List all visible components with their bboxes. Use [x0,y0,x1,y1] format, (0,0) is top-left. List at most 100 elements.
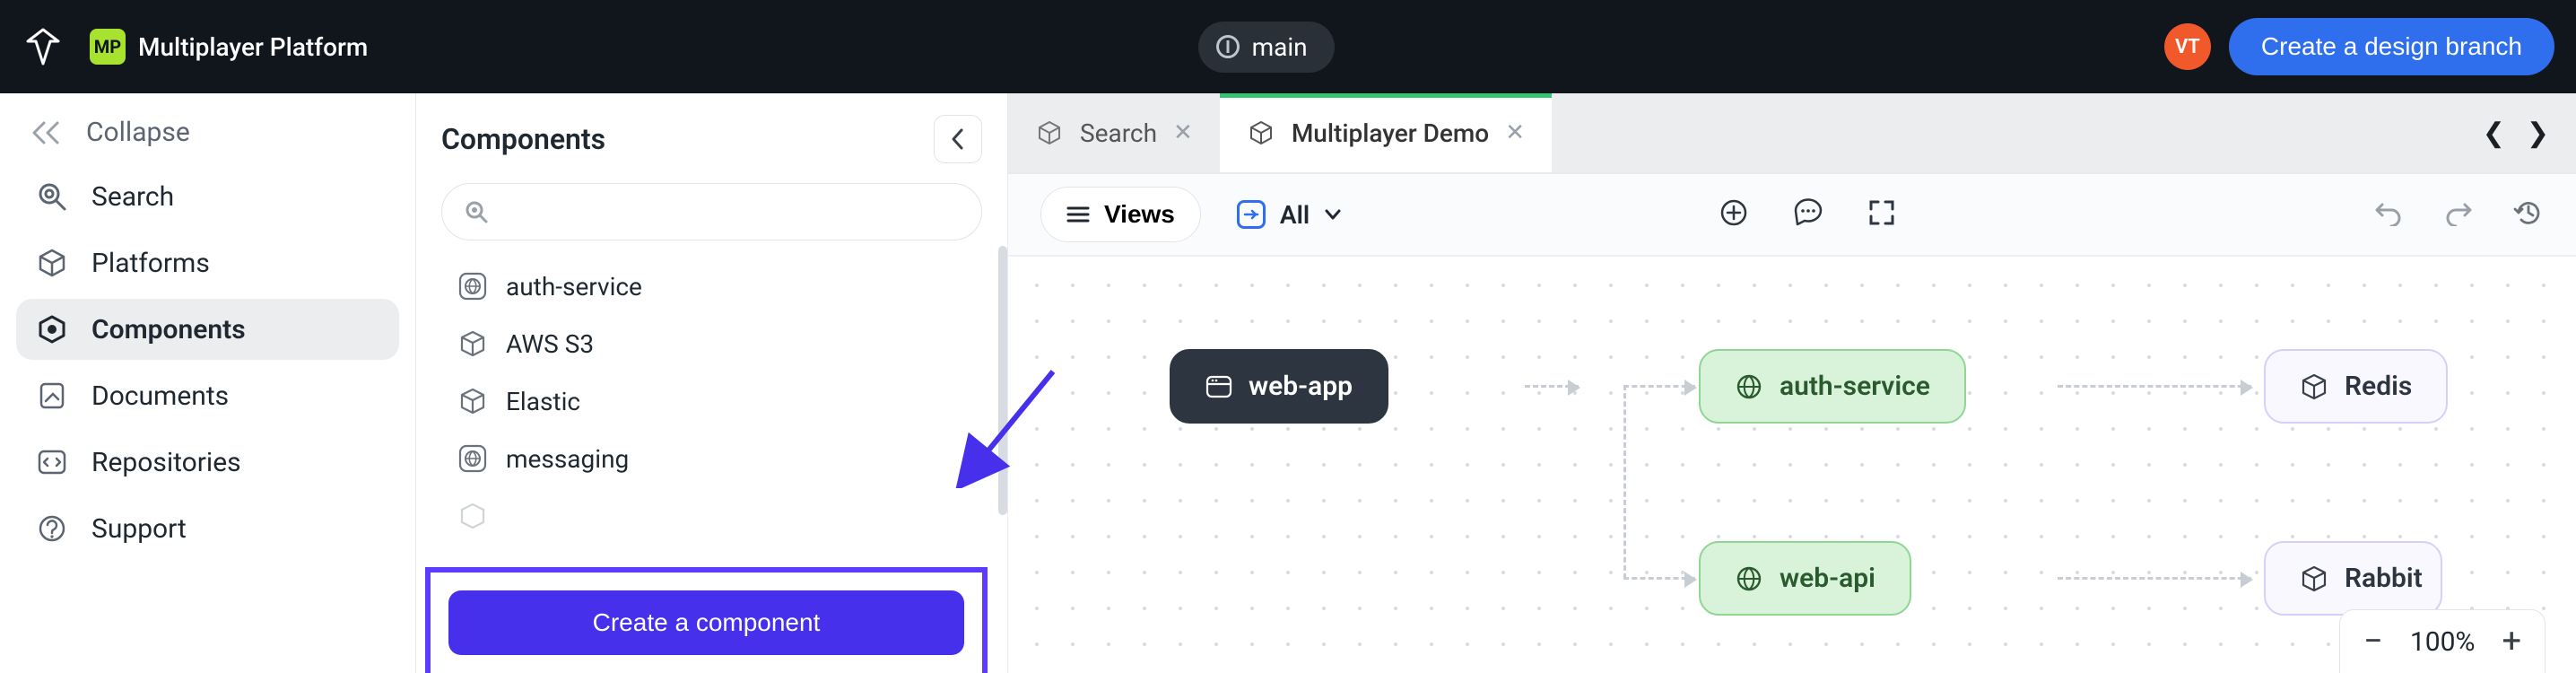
chevron-left-icon [949,127,967,152]
create-component-button[interactable]: Create a component [448,590,964,655]
globe-icon [457,443,488,474]
project-name: Multiplayer Platform [138,32,368,62]
canvas-column: Search ✕ Multiplayer Demo ✕ ❮ ❯ Views [1008,93,2576,673]
component-item-cut[interactable] [448,490,982,542]
history-icon [2513,197,2544,228]
cube-icon [36,247,68,279]
node-web-api[interactable]: web-api [1699,541,1911,616]
canvas[interactable]: web-app auth-service Redis web-api Rabbi… [1008,257,2576,673]
globe-icon [1735,564,1763,593]
component-label: AWS S3 [506,329,594,359]
tab-nav: ❮ ❯ [2483,93,2576,172]
panel-title: Components [441,122,605,156]
expand-icon [1867,198,1896,227]
node-label: Rabbit [2345,563,2423,594]
collapse-icon [30,119,66,146]
component-label: messaging [506,444,629,474]
cube-icon [457,386,488,416]
branch-name: main [1252,32,1308,62]
rail-label: Support [91,513,187,545]
filter-icon [1237,200,1266,229]
node-auth-service[interactable]: auth-service [1699,349,1966,424]
comment-button[interactable] [1792,197,1824,232]
help-icon [36,512,68,545]
panel-header: Components [441,115,982,163]
edge [2058,385,2251,388]
branch-selector[interactable]: main [1198,22,1335,73]
undo-button[interactable] [2373,199,2404,230]
cube-icon [2300,372,2328,401]
rail-label: Search [91,181,174,213]
history-button[interactable] [2513,197,2544,232]
branch-icon [1216,35,1240,58]
node-redis[interactable]: Redis [2264,349,2448,424]
rail-item-support[interactable]: Support [16,498,399,559]
zoom-in-button[interactable]: + [2502,625,2521,659]
canvas-toolbar: Views All [1008,174,2576,257]
create-branch-button[interactable]: Create a design branch [2229,18,2554,75]
component-item-auth-service[interactable]: auth-service [448,260,982,312]
node-rabbit[interactable]: Rabbit [2264,541,2442,616]
hexagon-icon [36,313,68,345]
chevron-down-icon [1324,208,1342,221]
cube-icon [457,501,488,531]
panel-collapse-button[interactable] [934,115,982,163]
add-button[interactable] [1719,197,1749,232]
edge [1525,385,1579,388]
globe-icon [1735,372,1763,401]
fullscreen-button[interactable] [1867,198,1896,231]
views-label: Views [1104,200,1175,229]
rail-label: Documents [91,380,229,412]
component-label: Elastic [506,387,580,416]
node-label: web-app [1249,371,1353,402]
rail-item-platforms[interactable]: Platforms [16,232,399,293]
components-search[interactable] [441,183,982,240]
comment-icon [1792,197,1824,228]
tab-prev-button[interactable]: ❮ [2483,118,2505,149]
cube-icon [1247,118,1275,147]
rail-label: Components [91,314,246,345]
rail-label: Platforms [91,248,210,279]
close-icon[interactable]: ✕ [1173,119,1193,146]
components-list: auth-service AWS S3 Elastic messaging [441,260,982,542]
node-label: auth-service [1780,371,1930,402]
scrollbar-thumb[interactable] [998,246,1007,515]
main: Collapse Search Platforms Components Doc… [0,93,2576,673]
avatar-initials: VT [2175,36,2200,58]
topbar-right: VT Create a design branch [2164,18,2554,75]
rail-item-repositories[interactable]: Repositories [16,432,399,493]
redo-button[interactable] [2443,199,2474,230]
component-item-aws-s3[interactable]: AWS S3 [448,318,982,370]
redo-icon [2443,199,2474,226]
tab-label: Search [1080,118,1157,148]
avatar[interactable]: VT [2164,23,2211,70]
filter-all[interactable]: All [1237,200,1342,230]
toolbar-mid [1719,197,1896,232]
tab-next-button[interactable]: ❯ [2527,118,2549,149]
document-icon [36,380,68,412]
search-icon [464,199,489,224]
search-icon [36,180,68,213]
search-input[interactable] [500,198,960,226]
collapse-rail[interactable]: Collapse [16,111,399,166]
toolbar-right [2373,197,2544,232]
tab-search[interactable]: Search ✕ [1008,93,1220,172]
views-button[interactable]: Views [1040,187,1201,242]
component-item-elastic[interactable]: Elastic [448,375,982,427]
rail-item-documents[interactable]: Documents [16,365,399,426]
edge [1623,385,1626,579]
rail-item-search[interactable]: Search [16,166,399,227]
close-icon[interactable]: ✕ [1505,119,1525,146]
rail-item-components[interactable]: Components [16,299,399,360]
project-chip[interactable]: MP Multiplayer Platform [90,29,368,65]
edge [1623,577,1695,580]
zoom-control: − 100% + [2339,609,2546,673]
node-web-app[interactable]: web-app [1170,349,1388,424]
components-panel: Components auth-service AWS S3 Elastic [416,93,1008,673]
component-item-messaging[interactable]: messaging [448,433,982,485]
nav-rail: Collapse Search Platforms Components Doc… [0,93,416,673]
zoom-out-button[interactable]: − [2363,625,2383,659]
menu-icon [1066,205,1090,224]
tab-multiplayer-demo[interactable]: Multiplayer Demo ✕ [1220,93,1552,172]
app-logo[interactable] [22,25,65,68]
